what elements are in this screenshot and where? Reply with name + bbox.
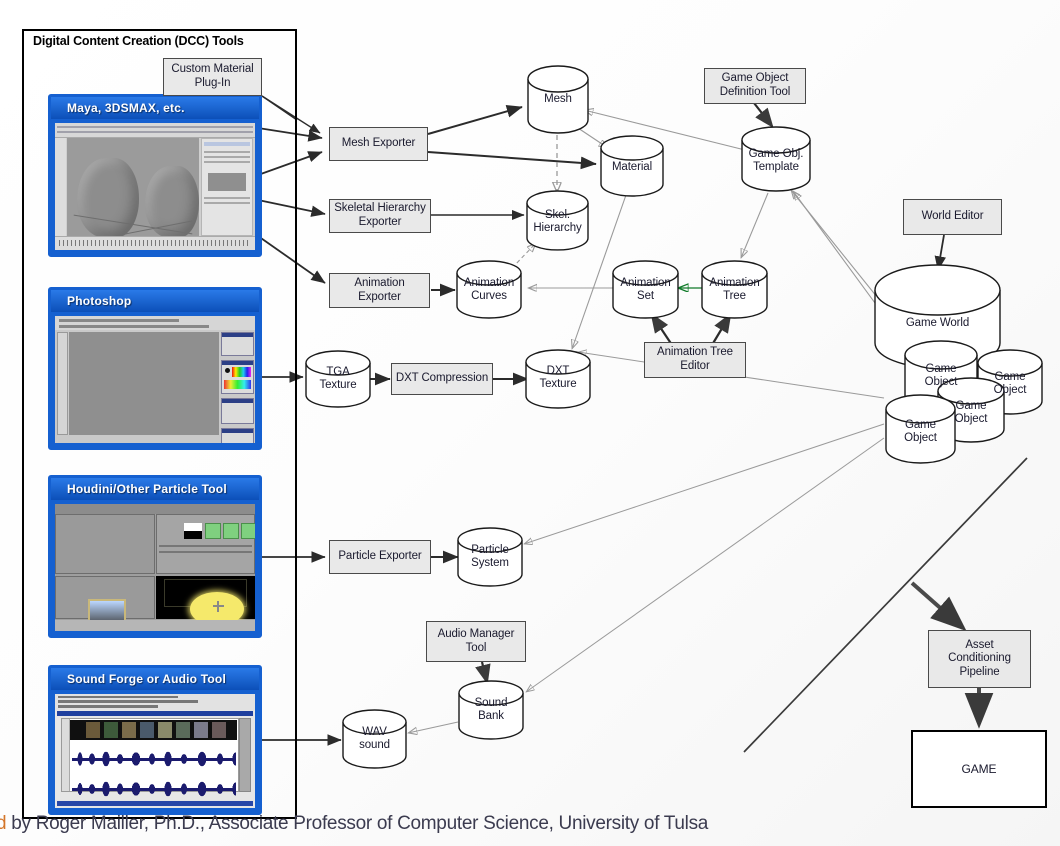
datastore-label: Particle System xyxy=(471,544,509,570)
caption-text: by Roger Mailler, Ph.D., Associate Profe… xyxy=(6,813,709,834)
datastore-game-object-4[interactable]: Game Object xyxy=(886,395,955,463)
datastore-sound-bank[interactable]: Sound Bank xyxy=(459,681,523,740)
datastore-material[interactable]: Material xyxy=(601,136,663,196)
datastore-tga-texture[interactable]: TGA Texture xyxy=(306,351,370,407)
datastore-particle-system[interactable]: Particle System xyxy=(458,528,522,586)
datastore-animation-tree[interactable]: Animation Tree xyxy=(702,261,767,318)
datastore-label: Animation Set xyxy=(620,277,671,303)
diagram-canvas: Digital Content Creation (DCC) Tools May… xyxy=(0,0,1060,846)
datastore-label: DXT Texture xyxy=(539,365,577,391)
datastore-game-obj-template[interactable]: Game Obj. Template xyxy=(742,127,810,192)
datastore-label: Mesh xyxy=(544,93,572,105)
datastore-label: Animation Curves xyxy=(463,277,515,303)
datastore-animation-set[interactable]: Animation Set xyxy=(613,261,678,318)
datastore-label: Animation Tree xyxy=(709,277,760,303)
datastore-label: Game Obj. Template xyxy=(748,148,804,174)
datastore-label: Skel. Hierarchy xyxy=(533,209,582,235)
slide-caption: d by Roger Mailler, Ph.D., Associate Pro… xyxy=(0,813,708,835)
datastore-label: Sound Bank xyxy=(474,697,508,723)
datastore-dxt-texture[interactable]: DXT Texture xyxy=(526,350,590,408)
datastore-label: Material xyxy=(611,161,653,173)
datastore-label: WAV sound xyxy=(359,726,390,752)
datastore-wav-sound[interactable]: WAV sound xyxy=(343,710,406,768)
datastore-label: Game Object xyxy=(904,419,937,445)
datastore-skel-hierarchy[interactable]: Skel. Hierarchy xyxy=(527,191,588,250)
datastore-mesh[interactable]: Mesh xyxy=(528,66,588,133)
datastore-label: Game World xyxy=(905,317,970,329)
datastore-label: TGA Texture xyxy=(319,366,357,392)
datastore-animation-curves[interactable]: Animation Curves xyxy=(457,261,521,318)
